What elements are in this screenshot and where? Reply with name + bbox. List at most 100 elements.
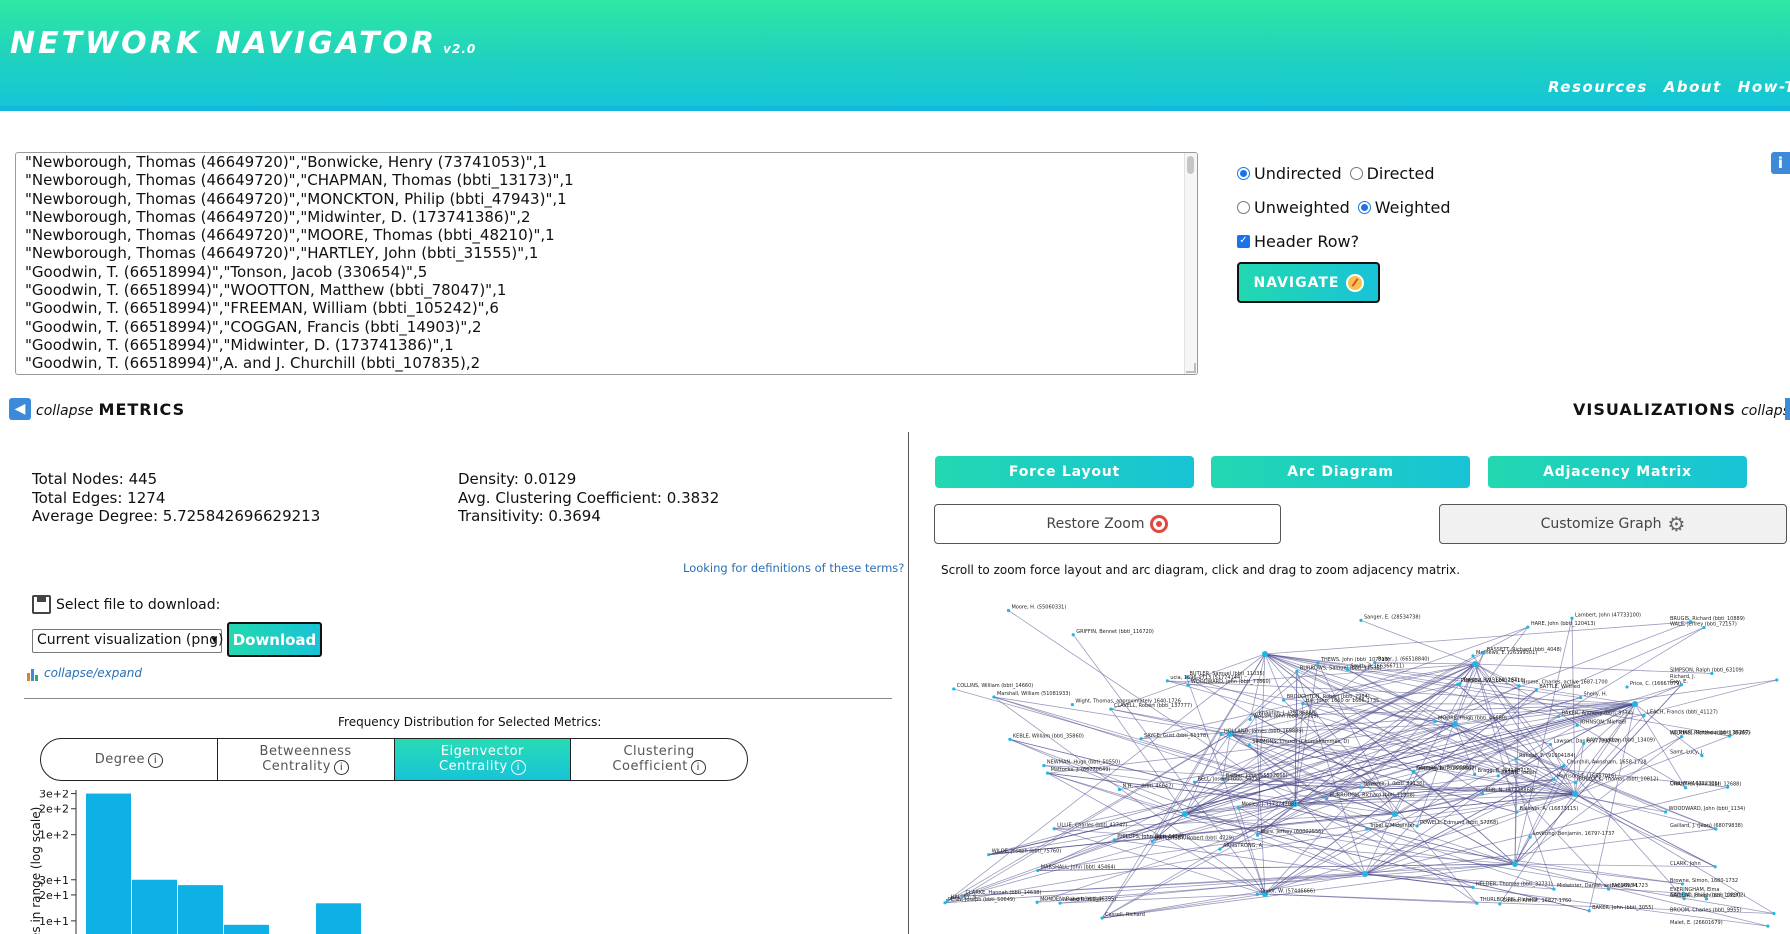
info-circle-icon[interactable]: i (690, 760, 706, 775)
graph-node[interactable] (1548, 742, 1553, 747)
graph-node[interactable] (1071, 633, 1075, 637)
graph-node[interactable] (1100, 916, 1104, 920)
graph-node[interactable] (1248, 717, 1252, 722)
graph-node[interactable] (1139, 737, 1143, 741)
graph-hub-node[interactable] (1632, 701, 1638, 707)
graph-node[interactable] (1587, 909, 1591, 913)
graph-node[interactable] (1042, 763, 1046, 768)
force-layout-button[interactable]: Force Layout (935, 456, 1194, 488)
directed-radio[interactable] (1349, 166, 1363, 180)
resize-grip[interactable] (1186, 363, 1196, 373)
graph-node[interactable] (1035, 900, 1039, 904)
graph-node[interactable] (1365, 827, 1369, 831)
graph-hub-node[interactable] (1392, 811, 1398, 817)
info-circle-icon[interactable]: i (148, 752, 164, 768)
graph-node[interactable] (1772, 911, 1776, 916)
graph-node[interactable] (960, 894, 965, 898)
definitions-link[interactable]: Looking for definitions of these terms? (683, 561, 904, 575)
graph-node[interactable] (1534, 688, 1538, 692)
graph-hub-node[interactable] (1262, 651, 1268, 657)
graph-node[interactable] (952, 687, 956, 691)
graph-node[interactable] (1359, 618, 1363, 623)
graph-node[interactable] (1165, 679, 1169, 683)
graph-node[interactable] (1514, 810, 1519, 814)
graph-node[interactable] (1578, 695, 1583, 700)
collapse-expand-link[interactable]: collapse/expand (44, 666, 142, 680)
scrollbar-thumb[interactable] (1187, 156, 1194, 174)
graph-node[interactable] (1255, 892, 1259, 896)
graph-node[interactable] (1562, 764, 1566, 768)
customize-graph-button[interactable]: Customize Graph ⚙ (1439, 504, 1787, 544)
graph-node[interactable] (1186, 683, 1190, 687)
graph-node[interactable] (1480, 792, 1485, 796)
graph-node[interactable] (1218, 847, 1222, 851)
graph-node[interactable] (1282, 698, 1286, 702)
graph-node[interactable] (987, 853, 991, 857)
arc-diagram-button[interactable]: Arc Diagram (1211, 456, 1470, 488)
tab-betweenness-centrality[interactable]: Betweenness Centrality i (218, 739, 395, 780)
info-icon[interactable]: i (1771, 152, 1790, 174)
graph-node[interactable] (1295, 669, 1299, 673)
graph-node[interactable] (1713, 865, 1717, 869)
nav-how-to[interactable]: How-To (1738, 78, 1790, 96)
graph-node[interactable] (1412, 769, 1416, 773)
undirected-radio[interactable] (1237, 166, 1250, 180)
graph-node[interactable] (1109, 707, 1113, 711)
graph-node[interactable] (1552, 777, 1556, 782)
graph-node[interactable] (1471, 885, 1475, 889)
graph-node[interactable] (943, 901, 947, 905)
graph-hub-node[interactable] (1512, 861, 1518, 867)
graph-node[interactable] (1301, 702, 1305, 706)
graph-node[interactable] (1458, 681, 1462, 686)
header-row-checkbox[interactable]: ✓ (1237, 234, 1250, 248)
tab-eigenvector-centrality[interactable]: Eigenvector Centrality i (394, 739, 572, 780)
graph-node[interactable] (1036, 868, 1040, 873)
graph-node[interactable] (1415, 824, 1419, 828)
graph-node[interactable] (1482, 651, 1486, 655)
graph-node[interactable] (1528, 835, 1532, 839)
graph-node[interactable] (1517, 684, 1521, 688)
graph-node[interactable] (1219, 732, 1223, 737)
graph-node[interactable] (1070, 703, 1074, 707)
graph-node[interactable] (1552, 887, 1556, 891)
graph-hub-node[interactable] (1572, 791, 1578, 797)
graph-node[interactable] (1625, 685, 1629, 689)
graph-node[interactable] (1255, 833, 1260, 837)
graph-node[interactable] (1052, 827, 1056, 831)
weighted-radio[interactable] (1357, 200, 1371, 214)
graph-node[interactable] (1008, 737, 1012, 741)
graph-node[interactable] (1557, 714, 1561, 719)
graph-node[interactable] (1606, 887, 1611, 891)
graph-node[interactable] (1150, 839, 1154, 843)
force-layout-graph[interactable]: PENN, Joseph (bbti_50649)BUTLER, Samuel … (935, 604, 1790, 934)
tab-degree[interactable]: Degree i (41, 739, 218, 780)
collapse-arrow-icon[interactable]: ◀ (9, 398, 31, 420)
graph-node[interactable] (1236, 806, 1241, 810)
graph-node[interactable] (1433, 719, 1437, 724)
graph-node[interactable] (1526, 625, 1530, 629)
edge-list-textarea[interactable]: "Newborough, Thomas (46649720)","Bonwick… (15, 152, 1198, 375)
metrics-collapse-link[interactable]: collapse (36, 403, 93, 419)
restore-zoom-button[interactable]: Restore Zoom (934, 504, 1281, 544)
textarea-scrollbar[interactable] (1184, 153, 1197, 374)
graph-hub-node[interactable] (1452, 721, 1458, 727)
graph-node[interactable] (1473, 772, 1477, 776)
info-circle-icon[interactable]: i (333, 760, 349, 775)
graph-node[interactable] (1570, 616, 1574, 620)
graph-node[interactable] (1358, 785, 1362, 789)
graph-node[interactable] (1247, 743, 1251, 747)
nav-resources[interactable]: Resources (1548, 78, 1648, 96)
graph-node[interactable] (1471, 654, 1475, 658)
graph-hub-node[interactable] (1182, 811, 1188, 817)
visualizations-collapse-link[interactable]: collapse (1741, 403, 1790, 419)
graph-node[interactable] (1573, 781, 1578, 785)
download-format-select[interactable]: Current visualization (png) ▾ (32, 629, 224, 653)
graph-node[interactable] (1575, 723, 1579, 727)
graph-node[interactable] (1112, 838, 1116, 842)
graph-node[interactable] (1496, 774, 1500, 778)
download-button[interactable]: Download (227, 622, 322, 657)
adjacency-matrix-button[interactable]: Adjacency Matrix (1488, 456, 1747, 488)
unweighted-radio[interactable] (1237, 200, 1250, 214)
graph-node[interactable] (1192, 780, 1197, 784)
graph-node[interactable] (1316, 661, 1320, 665)
